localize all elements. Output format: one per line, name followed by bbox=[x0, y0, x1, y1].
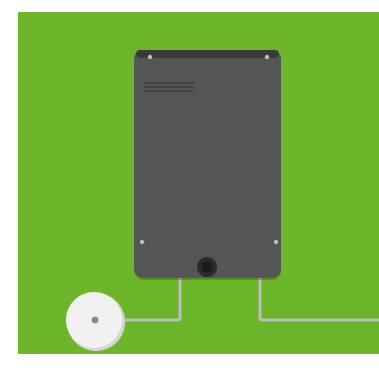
screw-bottom-right bbox=[273, 239, 279, 245]
power-button[interactable] bbox=[201, 261, 213, 273]
control-unit bbox=[134, 50, 281, 280]
screw-top-right bbox=[264, 54, 270, 60]
image-frame bbox=[0, 0, 379, 380]
device-illustration bbox=[18, 12, 379, 354]
screw-top-left bbox=[147, 54, 153, 60]
illustration-panel bbox=[18, 12, 379, 354]
sensor-connector-dot bbox=[91, 316, 99, 324]
screw-bottom-left bbox=[139, 239, 145, 245]
device-top-edge bbox=[136, 50, 279, 58]
vent-grille bbox=[144, 82, 194, 92]
device-body bbox=[134, 50, 281, 278]
